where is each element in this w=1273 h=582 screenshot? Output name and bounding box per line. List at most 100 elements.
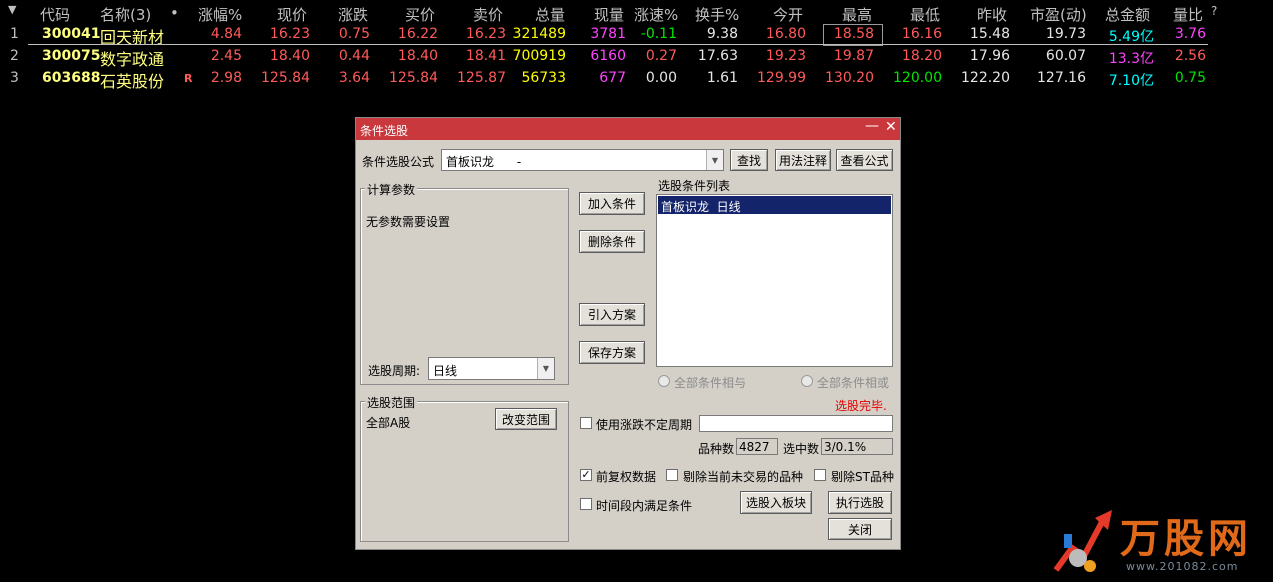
condition-list[interactable]: 首板识龙 日线	[656, 194, 893, 367]
turnover: 17.63	[697, 48, 738, 64]
pct-change: 4.84	[210, 26, 242, 42]
view-formula-button[interactable]: 查看公式	[836, 149, 893, 171]
save-plan-button[interactable]: 保存方案	[579, 341, 645, 364]
total-amount: 7.10亿	[1108, 73, 1154, 89]
radio-and[interactable]	[658, 375, 670, 387]
timespan-label[interactable]: 时间段内满足条件	[596, 497, 692, 514]
col-amt[interactable]: 总金额	[1105, 4, 1150, 25]
delete-condition-button[interactable]: 删除条件	[579, 230, 645, 253]
forward-rights-label[interactable]: 前复权数据	[596, 468, 656, 485]
radio-and-label[interactable]: 全部条件相与	[674, 374, 746, 391]
turnover: 1.61	[706, 70, 738, 86]
exclude-untraded-label[interactable]: 剔除当前未交易的品种	[683, 468, 803, 485]
prev-close: 122.20	[961, 70, 1010, 86]
bid-price: 18.40	[397, 48, 438, 64]
count-value: 4827	[739, 440, 770, 454]
exclude-st-checkbox[interactable]	[814, 469, 826, 481]
col-price[interactable]: 现价	[277, 4, 307, 25]
timespan-checkbox[interactable]	[580, 498, 592, 510]
row-index: 3	[10, 70, 19, 86]
col-low[interactable]: 最低	[910, 4, 940, 25]
list-item-label: 首板识龙 日线	[661, 200, 741, 214]
exclude-st-label[interactable]: 剔除ST品种	[831, 468, 894, 485]
col-open[interactable]: 今开	[773, 4, 803, 25]
find-button[interactable]: 查找	[730, 149, 768, 171]
col-vol[interactable]: 总量	[535, 4, 565, 25]
row-index: 1	[10, 26, 19, 42]
col-high[interactable]: 最高	[842, 4, 872, 25]
calc-params-text: 无参数需要设置	[366, 215, 451, 229]
col-speed[interactable]: 涨速%	[634, 4, 678, 25]
execute-screening-button[interactable]: 执行选股	[828, 491, 892, 514]
close-icon[interactable]: ✕	[885, 119, 897, 135]
col-ask[interactable]: 卖价	[473, 4, 503, 25]
volume: 56733	[521, 70, 566, 86]
status-text: 选股完毕.	[835, 399, 887, 413]
speed: 0.27	[645, 48, 677, 64]
col-help[interactable]: ?	[1211, 4, 1217, 18]
col-ratio[interactable]: 量比	[1173, 4, 1203, 25]
col-bid[interactable]: 买价	[405, 4, 435, 25]
col-code[interactable]: 代码	[40, 4, 70, 25]
change: 0.44	[338, 48, 370, 64]
formula-select[interactable]: 首板识龙 - ▼	[441, 149, 724, 171]
col-chg[interactable]: 涨跌	[338, 4, 368, 25]
add-to-block-button[interactable]: 选股入板块	[740, 491, 812, 514]
col-prev[interactable]: 昨收	[977, 4, 1007, 25]
total-amount: 5.49亿	[1108, 29, 1154, 45]
radio-or-label[interactable]: 全部条件相或	[817, 374, 889, 391]
col-turn[interactable]: 换手%	[695, 4, 739, 25]
forward-rights-checkbox[interactable]: ✓	[580, 469, 592, 481]
selected-value: 3/0.1%	[824, 440, 867, 454]
col-cur[interactable]: 现量	[594, 4, 624, 25]
table-row[interactable]: 3 603688 石英股份 R 2.98 125.84 3.64 125.84 …	[0, 68, 1273, 91]
chevron-down-icon[interactable]: ▼	[706, 150, 723, 170]
ask-price: 125.87	[457, 70, 506, 86]
period-select[interactable]: 日线 ▼	[428, 357, 555, 380]
price: 125.84	[261, 70, 310, 86]
import-plan-button[interactable]: 引入方案	[579, 303, 645, 326]
low-price: 16.16	[901, 26, 942, 42]
row-separator	[28, 44, 1208, 45]
prev-close: 15.48	[969, 26, 1010, 42]
pe-ratio: 19.73	[1045, 26, 1086, 42]
change: 3.64	[338, 70, 370, 86]
chevron-down-icon[interactable]: ▼	[537, 358, 554, 379]
usage-notes-button[interactable]: 用法注释	[775, 149, 831, 171]
ask-price: 18.41	[465, 48, 506, 64]
exclude-untraded-checkbox[interactable]	[666, 469, 678, 481]
period-label: 选股周期:	[368, 364, 421, 378]
dialog-titlebar[interactable]: 条件选股 — ✕	[356, 118, 900, 140]
open-price: 16.80	[765, 26, 806, 42]
unfixed-period-input[interactable]	[699, 415, 893, 432]
prev-close: 17.96	[969, 48, 1010, 64]
volume: 321489	[512, 26, 566, 42]
turnover: 9.38	[706, 26, 738, 42]
open-price: 129.99	[757, 70, 806, 86]
change-range-button[interactable]: 改变范围	[495, 408, 557, 430]
minimize-icon[interactable]: —	[865, 118, 879, 134]
sort-dropdown-icon[interactable]: ▼	[8, 3, 16, 16]
selected-label: 选中数	[783, 442, 820, 456]
close-button[interactable]: 关闭	[828, 518, 892, 540]
range-value: 全部A股	[366, 416, 411, 430]
radio-or[interactable]	[801, 375, 813, 387]
pct-change: 2.98	[210, 70, 242, 86]
unfixed-period-label[interactable]: 使用涨跌不定周期	[596, 416, 692, 433]
stock-name: 石英股份	[100, 72, 165, 91]
col-name[interactable]: 名称(3)	[100, 4, 151, 25]
col-pct[interactable]: 涨幅%	[198, 4, 242, 25]
bid-price: 125.84	[389, 70, 438, 86]
logo-mark-icon	[1053, 510, 1112, 572]
unfixed-period-checkbox[interactable]	[580, 417, 592, 429]
volume-ratio: 3.76	[1174, 26, 1206, 42]
focused-cell-box	[823, 24, 883, 46]
add-condition-button[interactable]: 加入条件	[579, 192, 645, 215]
table-row[interactable]: 1 300041 回天新材 4.84 16.23 0.75 16.22 16.2…	[0, 24, 1273, 47]
table-row[interactable]: 2 300075 数字政通 2.45 18.40 0.44 18.40 18.4…	[0, 46, 1273, 69]
current-volume: 6160	[590, 48, 626, 64]
col-pe[interactable]: 市盈(动)	[1030, 4, 1087, 25]
list-item[interactable]: 首板识龙 日线	[658, 196, 891, 214]
price: 16.23	[269, 26, 310, 42]
logo-text: 万股网	[1120, 516, 1252, 562]
